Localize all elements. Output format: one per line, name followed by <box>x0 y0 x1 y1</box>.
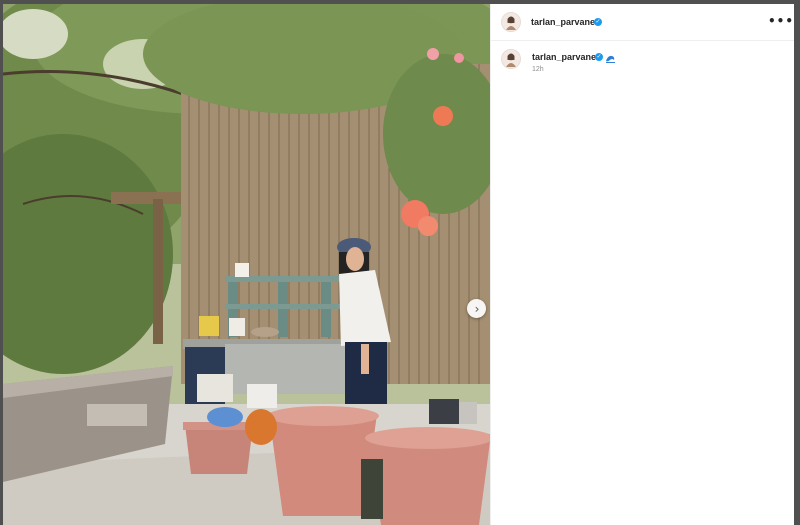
chevron-right-icon: › <box>474 301 480 316</box>
more-options-icon[interactable]: ••• <box>768 14 794 28</box>
caption-verified-badge-icon: ✓ <box>595 53 603 61</box>
verified-badge-icon: ✓ <box>594 18 602 26</box>
post-header: tarlan_parvanee ✓ ••• <box>491 4 794 41</box>
author-username[interactable]: tarlan_parvanee <box>531 17 600 27</box>
post-photo <box>3 4 490 525</box>
author-avatar[interactable] <box>501 12 521 32</box>
caption-author-avatar[interactable] <box>501 49 521 69</box>
post-timestamp: 12h <box>532 66 544 73</box>
wave-emoji-icon <box>605 51 616 64</box>
caption-author-username[interactable]: tarlan_parvanee <box>532 52 601 62</box>
post-modal: › tarlan_parvanee ✓ ••• tarlan_parvanee … <box>0 0 800 525</box>
post-side-panel: tarlan_parvanee ✓ ••• tarlan_parvanee ✓ <box>490 4 794 525</box>
next-photo-button[interactable]: › <box>467 299 486 318</box>
